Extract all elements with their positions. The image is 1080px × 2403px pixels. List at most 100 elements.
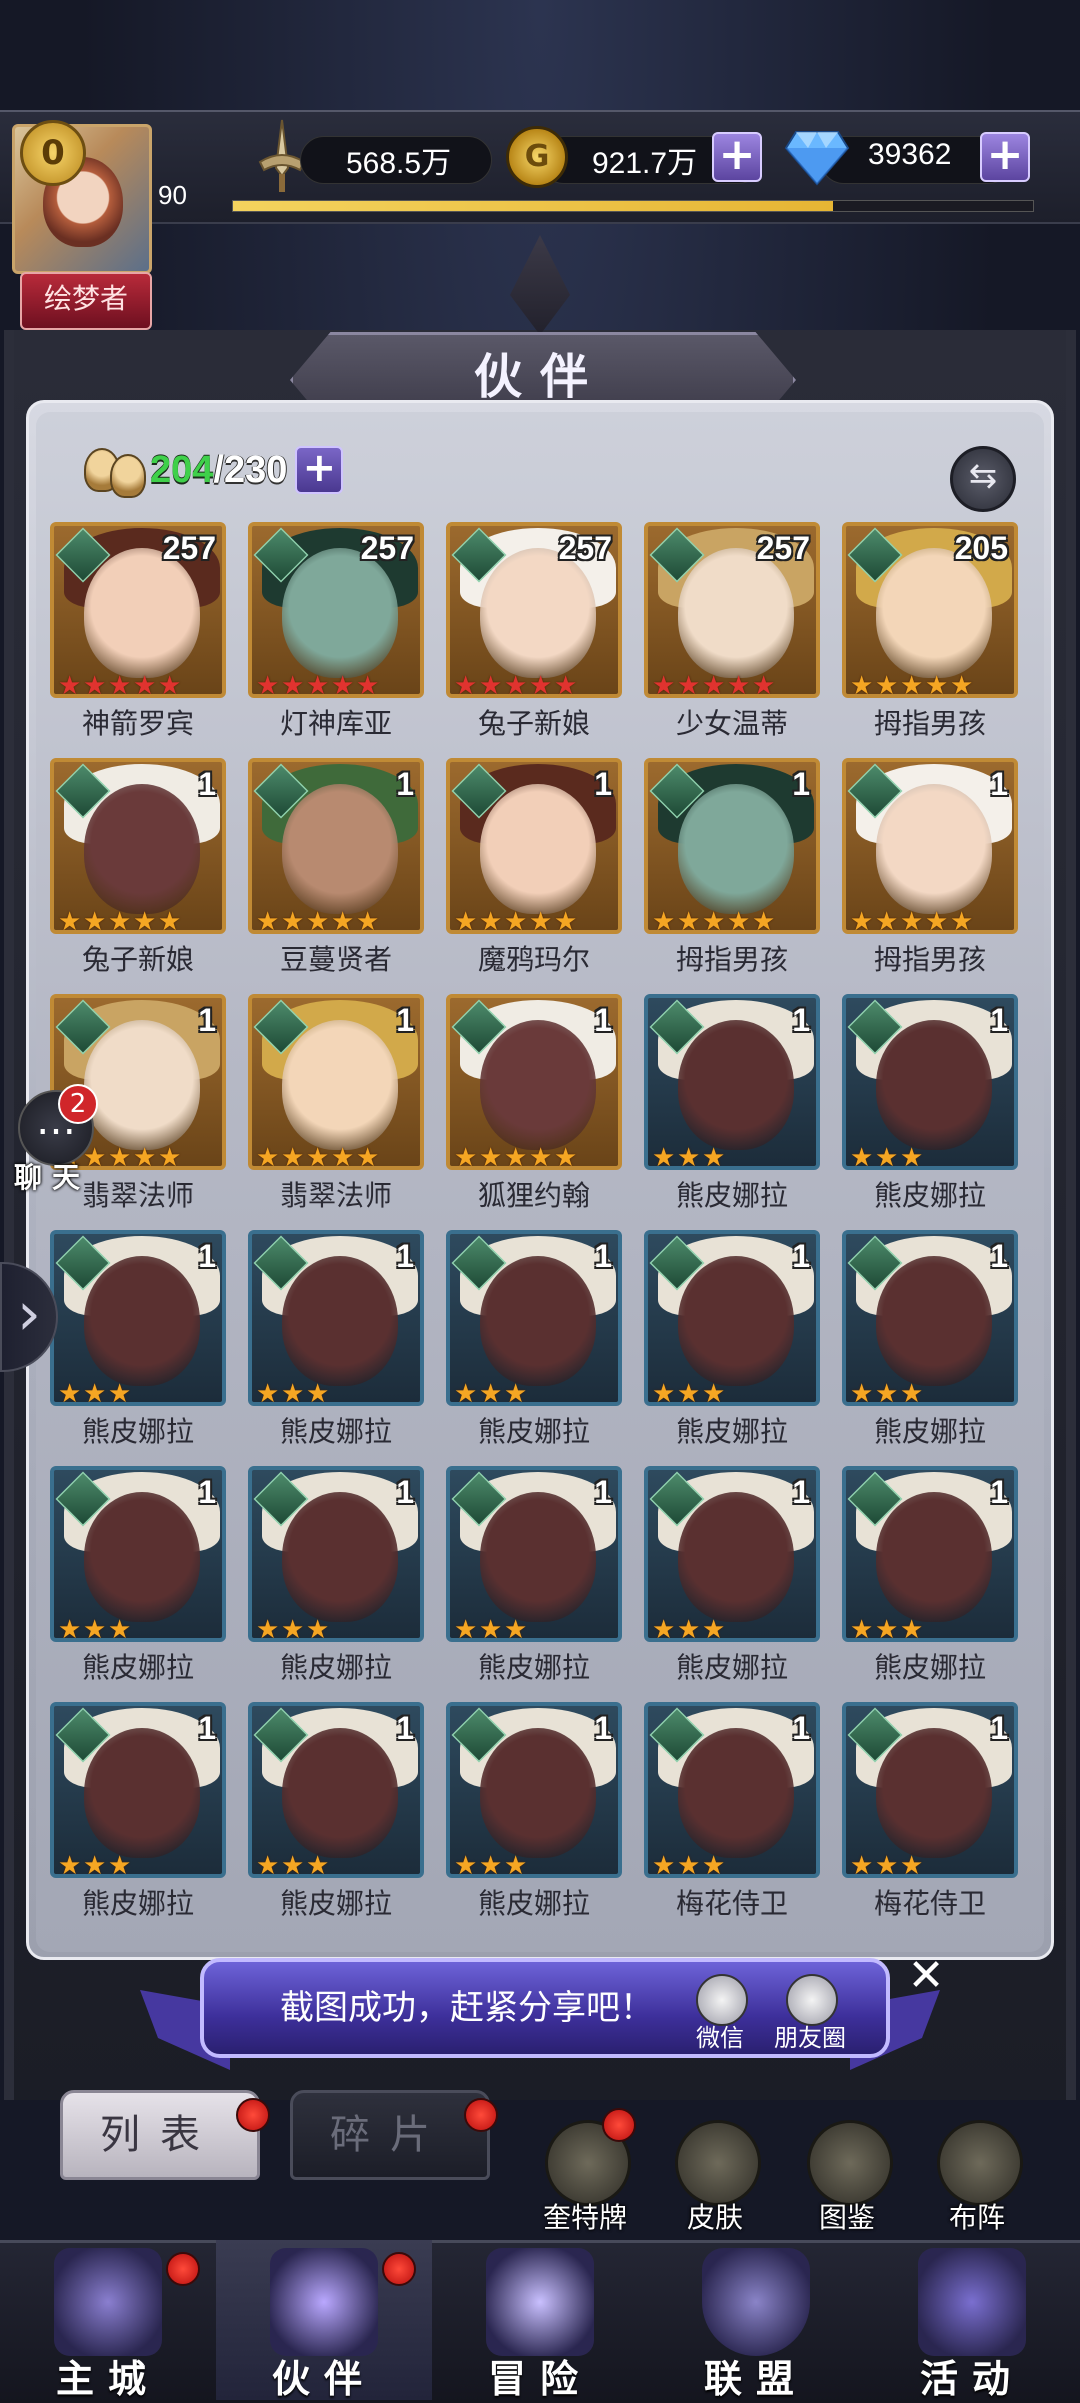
partner-name: 兔子新娘 xyxy=(81,943,194,976)
tab-list-notification-dot xyxy=(236,2098,270,2132)
star-icon: ★ xyxy=(479,1615,503,1642)
star-icon: ★ xyxy=(702,671,726,698)
partner-name: 熊皮娜拉 xyxy=(477,1415,590,1448)
star-icon: ★ xyxy=(554,1143,578,1170)
chat-button[interactable]: 2 聊天 xyxy=(8,1084,98,1194)
partner-card[interactable]: 1 ★ ★ ★ ★ ★ 豆蔓贤者 xyxy=(248,758,424,978)
partner-card[interactable]: 1 ★ ★ ★ 熊皮娜拉 xyxy=(446,1466,622,1686)
partner-card[interactable]: 1 ★ ★ ★ ★ ★ 兔子新娘 xyxy=(50,758,226,978)
add-gold-button[interactable]: + xyxy=(712,132,762,182)
star-icon: ★ xyxy=(83,1851,107,1878)
nav-2[interactable]: 冒险 xyxy=(432,2240,648,2401)
partner-card[interactable]: 1 ★ ★ ★ 熊皮娜拉 xyxy=(50,1702,226,1922)
star-icon: ★ xyxy=(108,1143,132,1170)
star-rating: ★ ★ ★ xyxy=(652,1853,726,1874)
partner-card[interactable]: 1 ★ ★ ★ 熊皮娜拉 xyxy=(50,1466,226,1686)
expand-roster-button[interactable]: + xyxy=(295,446,344,494)
partner-portrait: 1 ★ ★ ★ xyxy=(446,1702,622,1878)
partner-card[interactable]: 1 ★ ★ ★ ★ ★ 拇指男孩 xyxy=(644,758,820,978)
roster-max: /230 xyxy=(213,448,288,491)
nav-3[interactable]: 联盟 xyxy=(648,2240,864,2401)
partner-card[interactable]: 1 ★ ★ ★ ★ ★ 魔鸦玛尔 xyxy=(446,758,622,978)
star-icon: ★ xyxy=(58,671,82,698)
portrait-face xyxy=(678,1020,794,1150)
partner-card[interactable]: 1 ★ ★ ★ 熊皮娜拉 xyxy=(446,1702,622,1922)
star-icon: ★ xyxy=(281,1379,305,1406)
partner-card[interactable]: 1 ★ ★ ★ 熊皮娜拉 xyxy=(248,1466,424,1686)
partner-level: 1 xyxy=(594,1002,612,1038)
tool-label: 布阵 xyxy=(948,2201,1005,2234)
add-diamond-button[interactable]: + xyxy=(980,132,1030,182)
star-icon: ★ xyxy=(900,907,924,934)
formation-icon xyxy=(937,2120,1023,2206)
vip-badge[interactable]: 0 xyxy=(20,120,86,186)
star-icon: ★ xyxy=(256,1143,280,1170)
partner-level: 1 xyxy=(396,1002,414,1038)
portrait-face xyxy=(678,1256,794,1386)
partner-card[interactable]: 1 ★ ★ ★ 熊皮娜拉 xyxy=(644,994,820,1214)
partner-card[interactable]: 1 ★ ★ ★ 熊皮娜拉 xyxy=(842,1466,1018,1686)
star-icon: ★ xyxy=(875,1379,899,1406)
partner-name: 梅花侍卫 xyxy=(675,1887,788,1920)
tool-button[interactable]: 图鉴 xyxy=(792,2120,902,2234)
nav-4[interactable]: 活动 xyxy=(864,2240,1080,2401)
player-level: 90 xyxy=(158,180,187,210)
star-icon: ★ xyxy=(875,1143,899,1170)
partner-portrait: 1 ★ ★ ★ xyxy=(644,1230,820,1406)
partner-card[interactable]: 1 ★ ★ ★ 熊皮娜拉 xyxy=(50,1230,226,1450)
portrait-face xyxy=(876,1728,992,1858)
partner-level: 257 xyxy=(558,530,612,566)
partner-card[interactable]: 1 ★ ★ ★ 熊皮娜拉 xyxy=(842,1230,1018,1450)
star-icon: ★ xyxy=(554,671,578,698)
star-icon: ★ xyxy=(306,1851,330,1878)
star-icon: ★ xyxy=(677,1143,701,1170)
share-wechat-button[interactable]: 微信 xyxy=(680,1974,760,2054)
partner-level: 1 xyxy=(792,1474,810,1510)
diamond-icon xyxy=(784,131,850,186)
star-icon: ★ xyxy=(331,671,355,698)
portrait-face xyxy=(282,1256,398,1386)
partner-level: 205 xyxy=(954,530,1008,566)
partner-card[interactable]: 1★★★★★翡翠法师 xyxy=(248,994,424,1214)
partner-level: 1 xyxy=(198,1002,216,1038)
partner-card[interactable]: 1 ★ ★ ★ 熊皮娜拉 xyxy=(248,1702,424,1922)
portrait-face xyxy=(282,548,398,678)
partner-card[interactable]: 1 ★ ★ ★ 熊皮娜拉 xyxy=(644,1230,820,1450)
partner-portrait: 1 ★ ★ ★ xyxy=(50,1230,226,1406)
portrait-face xyxy=(876,784,992,914)
partner-name: 梅花侍卫 xyxy=(873,1887,986,1920)
tab-fragments[interactable]: 碎片 xyxy=(290,2090,490,2180)
star-icon: ★ xyxy=(504,671,528,698)
star-icon: ★ xyxy=(108,1615,132,1642)
partner-card[interactable]: 1 ★ ★ ★ 梅花侍卫 xyxy=(644,1702,820,1922)
partner-card[interactable]: 1 ★ ★ ★ 熊皮娜拉 xyxy=(446,1230,622,1450)
partner-card[interactable]: 257 ★ ★ ★ ★ ★ 兔子新娘 xyxy=(446,522,622,742)
star-icon: ★ xyxy=(677,671,701,698)
tab-list[interactable]: 列表 xyxy=(60,2090,260,2180)
tool-label: 奎特牌 xyxy=(542,2201,627,2234)
partner-level: 1 xyxy=(396,1710,414,1746)
tool-button[interactable]: 布阵 xyxy=(922,2120,1032,2234)
partner-card[interactable]: 1 ★ ★ ★ 梅花侍卫 xyxy=(842,1702,1018,1922)
player-title-badge[interactable]: 绘梦者 xyxy=(20,272,152,330)
star-icon: ★ xyxy=(677,1379,701,1406)
partner-level: 1 xyxy=(990,1238,1008,1274)
partner-card[interactable]: 1 ★ ★ ★ 熊皮娜拉 xyxy=(248,1230,424,1450)
partner-card[interactable]: 257 ★ ★ ★ ★ ★ 灯神库亚 xyxy=(248,522,424,742)
partner-card[interactable]: 1 ★ ★ ★ ★ ★ 拇指男孩 xyxy=(842,758,1018,978)
partner-card[interactable]: 1 ★ ★ ★ 熊皮娜拉 xyxy=(644,1466,820,1686)
partner-card[interactable]: 1 ★ ★ ★ 熊皮娜拉 xyxy=(842,994,1018,1214)
star-icon: ★ xyxy=(727,907,751,934)
portrait-face xyxy=(282,1492,398,1622)
partner-card[interactable]: 257 ★ ★ ★ ★ ★ 神箭罗宾 xyxy=(50,522,226,742)
sort-swap-button[interactable]: ⇆ xyxy=(950,446,1016,512)
partner-card[interactable]: 1 ★ ★ ★ ★ ★ 狐狸约翰 xyxy=(446,994,622,1214)
tool-button[interactable]: 皮肤 xyxy=(660,2120,770,2234)
gallery-book-icon xyxy=(807,2120,893,2206)
share-moments-button[interactable]: 朋友圈 xyxy=(770,1974,850,2054)
partner-card[interactable]: 257 ★ ★ ★ ★ ★ 少女温蒂 xyxy=(644,522,820,742)
star-icon: ★ xyxy=(58,907,82,934)
close-icon[interactable]: ✕ xyxy=(906,1954,946,1998)
partner-card[interactable]: 205 ★ ★ ★ ★ ★ 拇指男孩 xyxy=(842,522,1018,742)
partner-level: 1 xyxy=(792,1002,810,1038)
